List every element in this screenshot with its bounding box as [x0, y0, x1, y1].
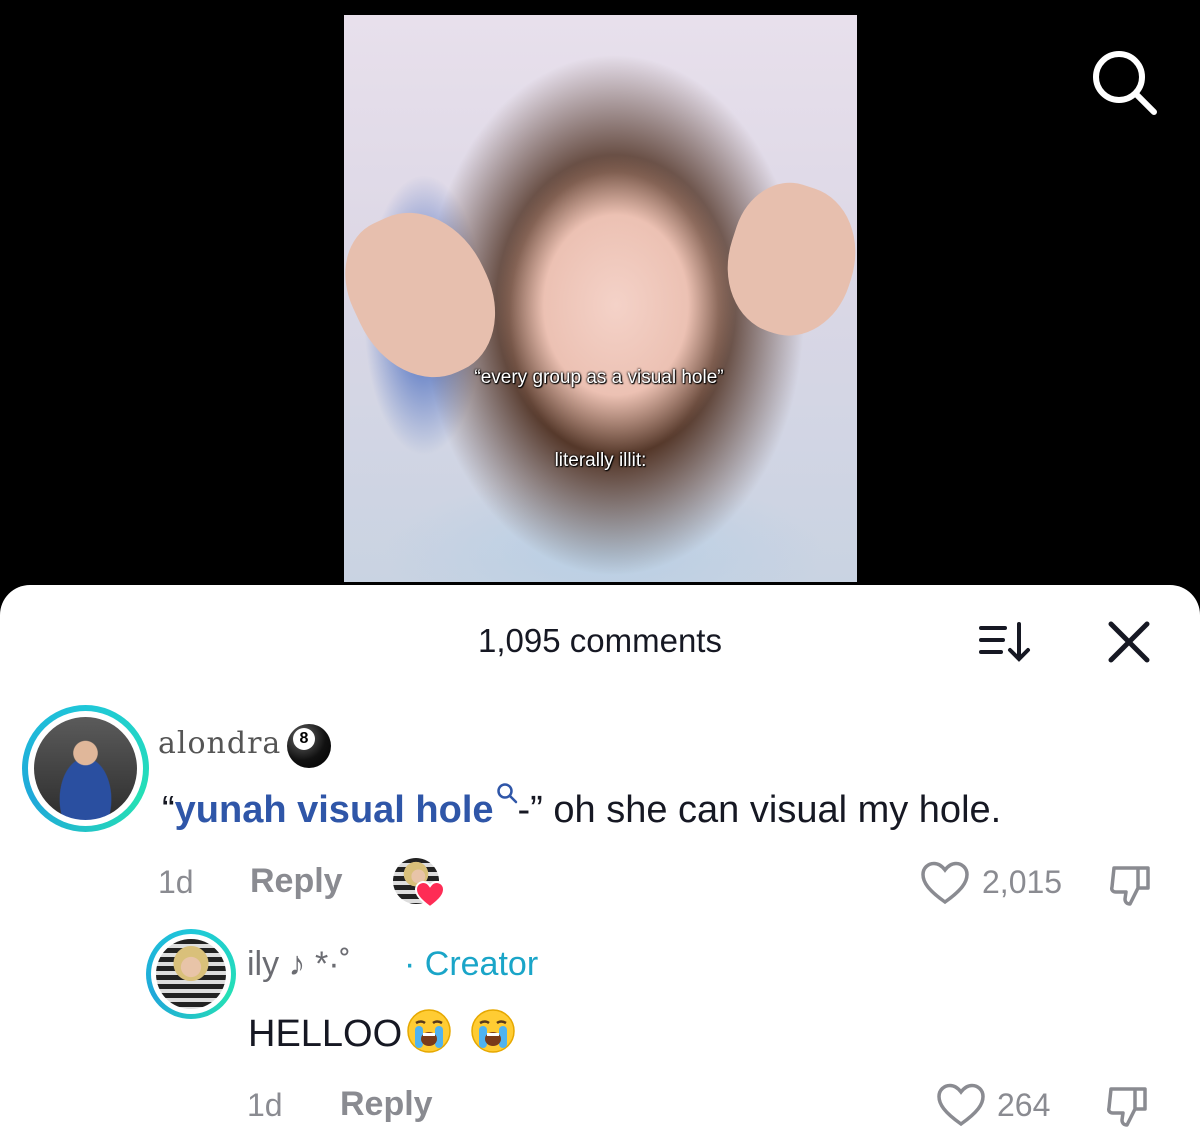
eight-ball-emoji: 8	[287, 724, 331, 768]
video-caption-line2: literally illit:	[554, 450, 647, 471]
reply-text: HELLOO	[248, 1008, 516, 1056]
creator-label: · Creator	[404, 945, 539, 983]
close-icon	[1108, 621, 1150, 663]
reply-button[interactable]: Reply	[340, 1085, 433, 1124]
liked-by-creator-badge	[393, 858, 445, 909]
creator-avatar[interactable]	[146, 929, 236, 1019]
avatar-photo	[156, 939, 226, 1009]
thumbs-down-icon	[1107, 1087, 1147, 1127]
keyword-search-icon	[496, 783, 517, 804]
loudly-crying-face-emoji	[471, 1009, 515, 1053]
video-player[interactable]: “every group as a visual hole” literally…	[344, 15, 857, 582]
sort-icon	[979, 622, 1030, 662]
search-button[interactable]	[1090, 48, 1160, 118]
dislike-button[interactable]	[1108, 862, 1154, 908]
heart-filled-icon	[415, 880, 445, 909]
comment-username[interactable]: alondra	[158, 726, 281, 761]
avatar-photo	[34, 717, 137, 820]
comment-text: “yunah visual hole -” oh she can visual m…	[162, 782, 1001, 832]
reply-button[interactable]: Reply	[250, 862, 343, 901]
hand-right	[708, 169, 857, 351]
like-button[interactable]	[920, 860, 970, 906]
loudly-crying-face-emoji	[407, 1009, 451, 1053]
like-button[interactable]	[936, 1082, 986, 1128]
thumbs-down-icon	[1110, 866, 1150, 906]
comment-text-rest: -” oh she can visual my hole.	[517, 789, 1002, 831]
heart-outline-icon	[937, 1083, 985, 1127]
video-caption-line1: “every group as a visual hole”	[474, 367, 724, 388]
search-keyword-link[interactable]: yunah visual hole	[175, 783, 518, 831]
commenter-avatar[interactable]	[22, 705, 149, 832]
sort-button[interactable]	[975, 620, 1035, 665]
search-icon	[1093, 51, 1157, 115]
close-button[interactable]	[1103, 616, 1155, 668]
dislike-button[interactable]	[1105, 1083, 1151, 1129]
reply-username[interactable]: ily ♪ *·˚	[247, 945, 351, 984]
comment-open-quote: “	[162, 789, 175, 831]
heart-outline-icon	[921, 861, 969, 905]
comment-age: 1d	[158, 864, 194, 900]
reply-age: 1d	[247, 1087, 283, 1123]
like-count: 2,015	[982, 864, 1063, 900]
like-count: 264	[997, 1087, 1051, 1123]
